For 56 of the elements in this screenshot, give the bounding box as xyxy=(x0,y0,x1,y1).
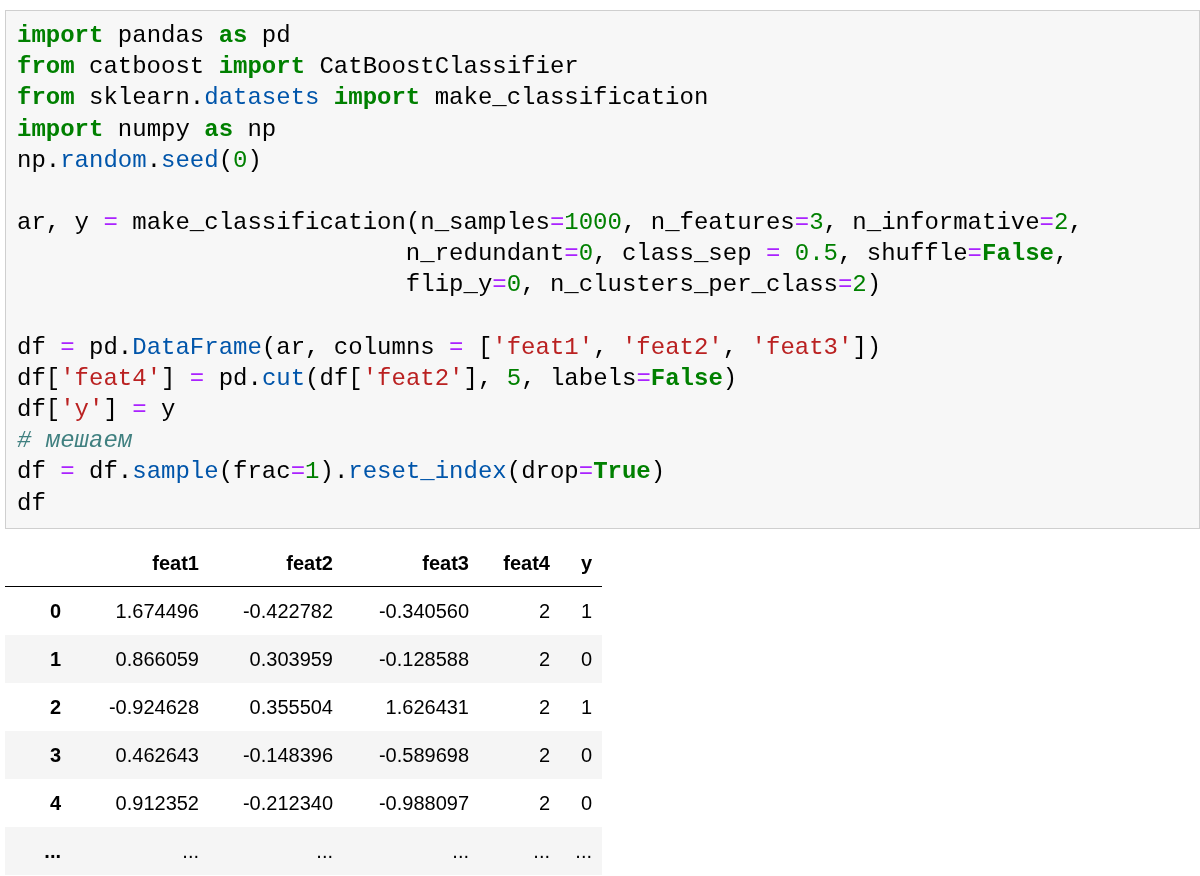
column-header: feat3 xyxy=(421,551,470,577)
row-index: 1 xyxy=(48,646,62,672)
table-cell-text: -0.988097 xyxy=(377,790,470,816)
table-cell-text: 0 xyxy=(579,790,593,816)
row-index: 4 xyxy=(48,790,62,816)
code-line: df = df.sample(frac=1).reset_index(drop=True) xyxy=(17,457,666,488)
table-cell-text: 2 xyxy=(537,694,551,720)
column-header: y xyxy=(579,551,593,577)
table-cell-text: 0.866059 xyxy=(114,646,200,672)
table-cell-text: ... xyxy=(574,838,593,864)
row-index: 2 xyxy=(48,694,62,720)
code-line: ar, y = make_classification(n_samples=1000, n_features=3, n_informative=2, xyxy=(17,208,1083,238)
code-line: df['feat4'] = pd.cut(df['feat2'], 5, labels=False) xyxy=(17,363,738,394)
code-line: df['y'] = y xyxy=(17,395,176,426)
code-line: n_redundant=0, class_sep = 0.5, shuffle=False, xyxy=(404,239,1069,270)
table-cell-text: 0.912352 xyxy=(114,790,200,816)
table-cell-text: 0.355504 xyxy=(248,694,334,720)
code-line: import pandas as pd xyxy=(17,21,291,51)
table-cell-text: 2 xyxy=(537,790,551,816)
code-line: df = pd.DataFrame(ar, columns = ['feat1', 'feat2', 'feat3']) xyxy=(17,332,882,363)
code-line: df xyxy=(17,488,46,519)
code-line: import numpy as np xyxy=(17,114,277,145)
table-cell-text: 2 xyxy=(537,598,551,624)
table-cell-text: -0.128588 xyxy=(377,646,470,672)
code-line: # мешаем xyxy=(17,426,133,457)
code-line: np.random.seed(0) xyxy=(17,145,262,176)
code-line: flip_y=0, n_clusters_per_class=2) xyxy=(404,270,882,301)
column-header: feat4 xyxy=(502,551,551,577)
code-line: from sklearn.datasets import make_classification xyxy=(17,83,709,114)
table-cell-text: -0.148396 xyxy=(241,742,334,768)
table-cell-text: 1 xyxy=(579,598,593,624)
table-cell-text: ... xyxy=(451,838,470,864)
table-cell-text: 2 xyxy=(537,646,551,672)
table-cell-text: 0 xyxy=(579,646,593,672)
table-cell-text: -0.422782 xyxy=(241,598,334,624)
table-cell-text: 1 xyxy=(579,694,593,720)
table-cell-text: -0.589698 xyxy=(377,742,470,768)
table-cell-text: -0.924628 xyxy=(107,694,200,720)
table-cell-text: ... xyxy=(315,838,334,864)
table-cell-text: 1.674496 xyxy=(114,598,200,624)
table-cell-text: 1.626431 xyxy=(384,694,470,720)
table-cell-text: 0 xyxy=(579,742,593,768)
column-header: feat1 xyxy=(151,551,200,577)
row-index: ... xyxy=(43,838,62,864)
table-cell-text: 0.462643 xyxy=(114,742,200,768)
row-index: 3 xyxy=(48,742,62,768)
table-cell-text: 0.303959 xyxy=(248,646,334,672)
code-line: from catboost import CatBoostClassifier xyxy=(17,52,579,83)
column-header: feat2 xyxy=(285,551,334,577)
table-cell-text: ... xyxy=(181,838,200,864)
row-index: 0 xyxy=(48,598,62,624)
code-cell[interactable] xyxy=(5,10,1200,529)
table-cell-text: -0.212340 xyxy=(241,790,334,816)
table-cell-text: 2 xyxy=(537,742,551,768)
table-cell-text: -0.340560 xyxy=(377,598,470,624)
table-cell-text: ... xyxy=(532,838,551,864)
